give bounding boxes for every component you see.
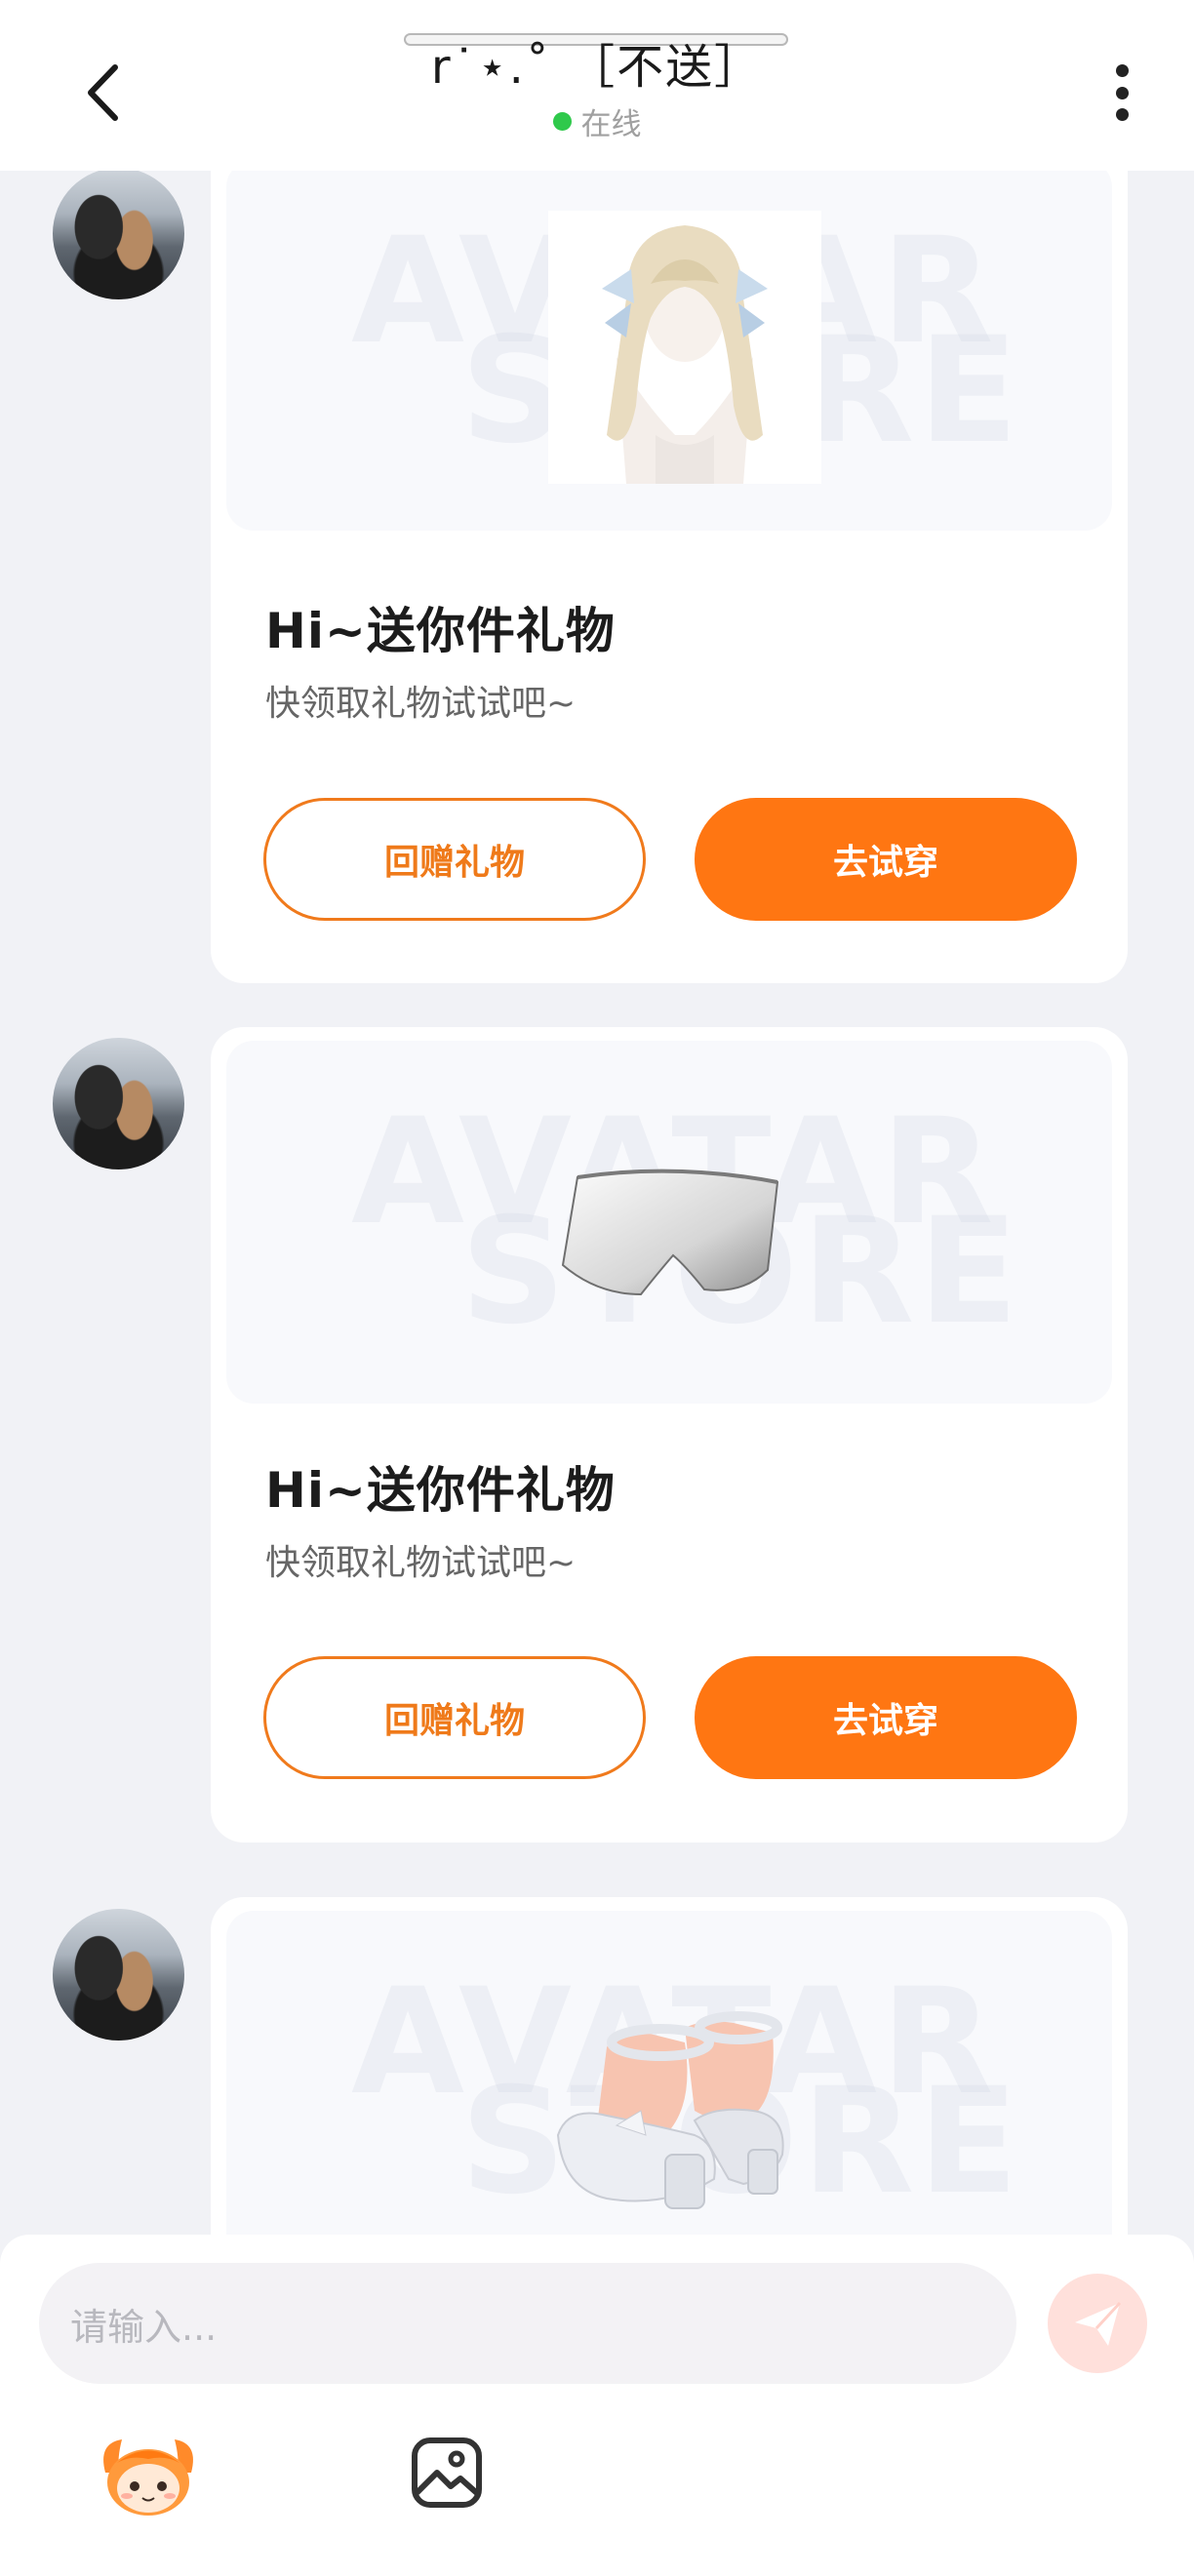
sender-avatar[interactable] (53, 168, 184, 299)
online-status: 在线 (0, 99, 1194, 143)
shoes-item-icon (556, 2011, 784, 2209)
gift-image[interactable]: AVATAR STORE (226, 160, 1112, 531)
chat-header: r˙⋆.˚ ［不送］ 在线 (0, 0, 1194, 171)
gift-subtitle: 快领取礼物试试吧~ (265, 684, 577, 724)
gift-image[interactable]: AVATAR STORE (226, 1911, 1112, 2287)
send-icon (1075, 2301, 1122, 2346)
return-gift-button[interactable]: 回赠礼物 (263, 798, 646, 921)
try-on-button[interactable]: 去试穿 (695, 1656, 1077, 1779)
chat-title: r˙⋆.˚ ［不送］ (430, 40, 764, 95)
return-gift-button[interactable]: 回赠礼物 (263, 1656, 646, 1779)
gift-title: Hi~送你件礼物 (265, 1462, 616, 1519)
gift-title: Hi~送你件礼物 (265, 603, 616, 659)
try-on-button[interactable]: 去试穿 (695, 798, 1077, 921)
more-vertical-icon (1115, 64, 1129, 77)
online-dot-icon (552, 112, 572, 131)
composer-bar: 请输入... (0, 2235, 1194, 2576)
title-block: r˙⋆.˚ ［不送］ 在线 (0, 37, 1194, 143)
shorts-item-icon (561, 1169, 779, 1296)
sender-avatar[interactable] (53, 1038, 184, 1169)
status-text: 在线 (580, 107, 642, 142)
image-icon[interactable] (410, 2436, 484, 2510)
mascot-emoji-icon[interactable] (98, 2434, 199, 2517)
sender-avatar[interactable] (53, 1909, 184, 2041)
more-options-button[interactable] (1097, 59, 1146, 127)
gift-card: AVATAR STORE (211, 1897, 1128, 2287)
gift-image[interactable]: AVATAR STORE (226, 1041, 1112, 1404)
send-button[interactable] (1048, 2274, 1147, 2373)
gift-card: AVATAR STORE Hi~送你件礼物 快领取礼物试试吧~ 回赠礼物 去试穿 (211, 160, 1128, 983)
message-input[interactable]: 请输入... (39, 2263, 1016, 2384)
gift-card: AVATAR STORE Hi~送你件礼物 快领取礼物试试吧~ 回赠礼物 去试穿 (211, 1027, 1128, 1843)
gift-subtitle: 快领取礼物试试吧~ (265, 1543, 577, 1583)
hair-item-icon (548, 211, 821, 484)
